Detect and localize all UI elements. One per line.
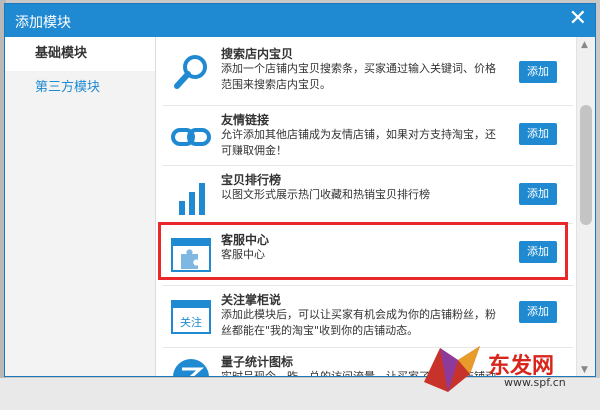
- add-button[interactable]: 添加: [519, 183, 557, 205]
- follow-icon-label: 关注: [180, 315, 202, 329]
- module-title: 搜索店内宝贝: [221, 47, 294, 61]
- watermark-logo-icon: [424, 346, 480, 392]
- module-description: 添加一个店铺内宝贝搜索条，买家通过输入关键词、价格范围来搜索店内宝贝。: [221, 62, 496, 91]
- module-title: 友情链接: [221, 113, 270, 127]
- divider: [163, 105, 573, 106]
- module-list: 搜索店内宝贝 添加一个店铺内宝贝搜索条，买家通过输入关键词、价格范围来搜索店内宝…: [159, 37, 577, 376]
- module-description: 以图文形式展示热门收藏和热销宝贝排行榜: [221, 188, 430, 201]
- module-item-ranking: 宝贝排行榜 以图文形式展示热门收藏和热销宝贝排行榜 添加: [159, 169, 577, 225]
- sidebar-item-third-party-modules[interactable]: 第三方模块: [5, 71, 155, 105]
- module-item-search: 搜索店内宝贝 添加一个店铺内宝贝搜索条，买家通过输入关键词、价格范围来搜索店内宝…: [159, 43, 577, 101]
- site-watermark: 东发网 www.spf.cn: [418, 340, 594, 398]
- module-item-friend-links: 友情链接 允许添加其他店铺成为友情店铺，如果对方支持淘宝，还可赚取佣金！ 添加: [159, 109, 577, 167]
- watermark-url: www.spf.cn: [504, 376, 566, 389]
- module-description: 添加此模块后，可以让买家有机会成为你的店铺粉丝，粉丝都能在"我的淘宝"收到你的店…: [221, 308, 496, 337]
- scrollbar-thumb[interactable]: [580, 105, 592, 225]
- sidebar-item-basic-modules[interactable]: 基础模块: [5, 37, 155, 71]
- module-title: 宝贝排行榜: [221, 173, 282, 187]
- divider: [163, 285, 573, 286]
- add-module-dialog: 添加模块 ✕ 基础模块 第三方模块 搜索店内宝贝 添加一个店铺内宝贝搜索条，买家…: [4, 3, 596, 377]
- add-button[interactable]: 添加: [519, 61, 557, 83]
- customer-service-highlight-box: [158, 222, 568, 280]
- link-icon: [171, 128, 211, 146]
- stats-logo-icon: [173, 359, 209, 376]
- dialog-title: 添加模块: [15, 15, 71, 31]
- module-category-sidebar: 基础模块 第三方模块: [5, 37, 156, 376]
- bar-chart-icon: [179, 183, 205, 215]
- divider: [163, 165, 573, 166]
- module-title: 关注掌柜说: [221, 293, 282, 307]
- search-icon: [174, 55, 207, 89]
- add-button[interactable]: 添加: [519, 123, 557, 145]
- module-title: 量子统计图标: [221, 355, 294, 369]
- add-button[interactable]: 添加: [519, 301, 557, 323]
- follow-window-icon: 关注: [171, 300, 211, 334]
- module-description: 允许添加其他店铺成为友情店铺，如果对方支持淘宝，还可赚取佣金！: [221, 128, 496, 157]
- close-icon[interactable]: ✕: [569, 7, 587, 31]
- module-list-scrollbar[interactable]: ▲ ▼: [576, 37, 595, 376]
- dialog-titlebar: 添加模块 ✕: [5, 4, 595, 37]
- scroll-up-arrow-icon[interactable]: ▲: [581, 40, 588, 50]
